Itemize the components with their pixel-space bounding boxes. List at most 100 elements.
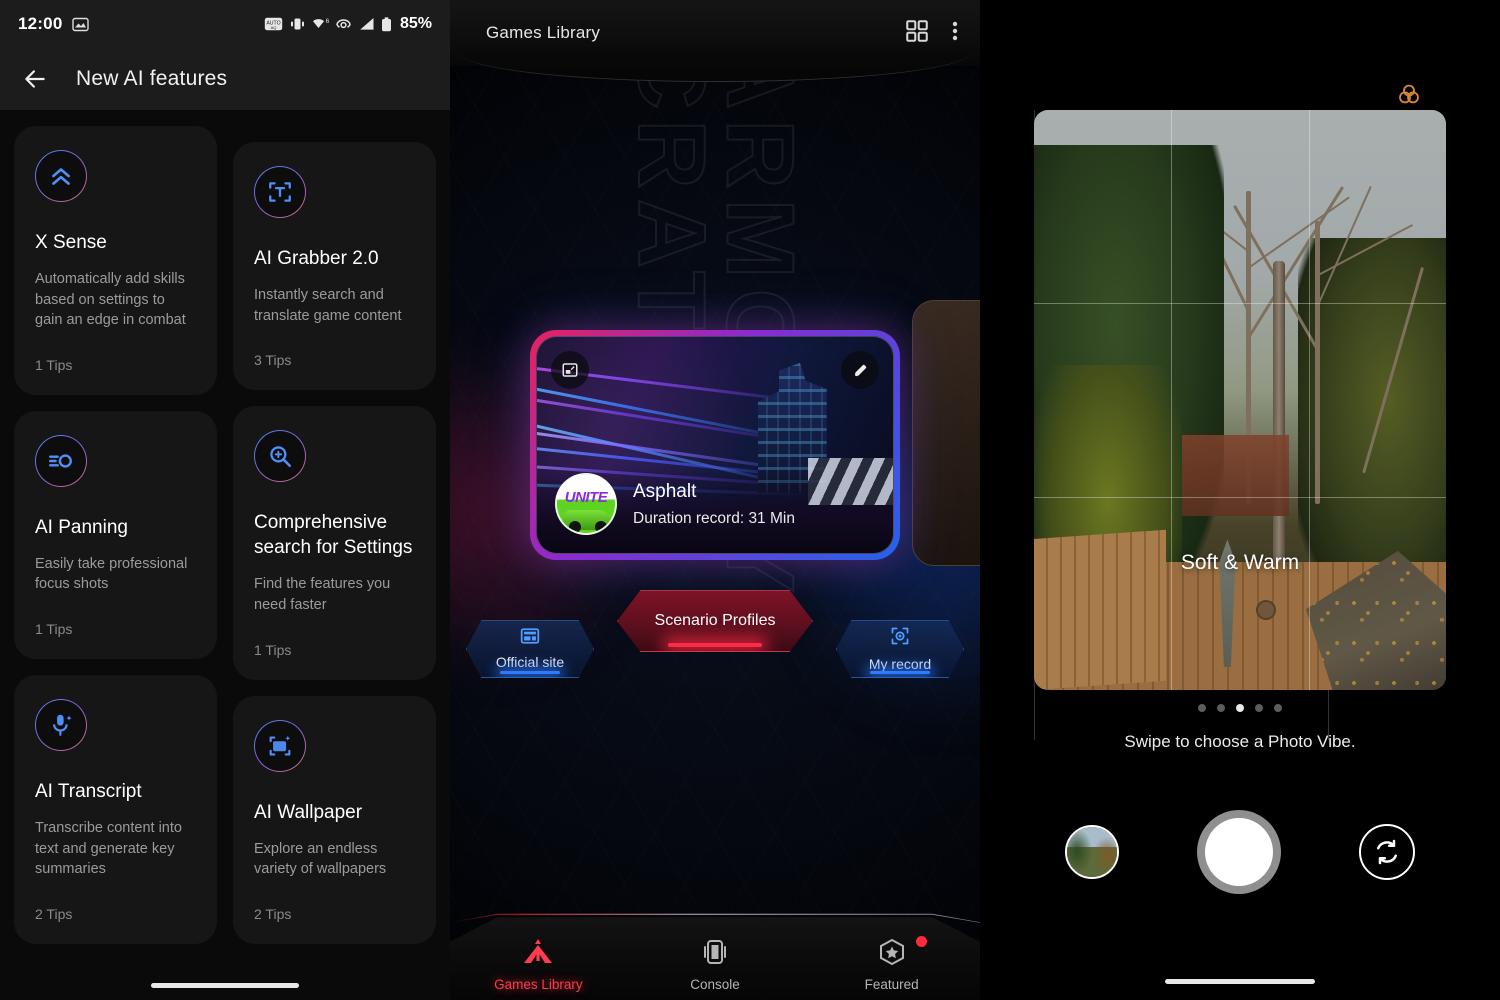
nav-item-console[interactable]: Console <box>627 938 804 992</box>
screenshot-icon <box>72 17 90 32</box>
thumbnail-tree-left <box>1067 829 1092 874</box>
svg-text:AQ: AQ <box>271 25 277 30</box>
shutter-button[interactable] <box>1197 810 1281 894</box>
action-buttons-row: Official site Scenario Profiles My recor… <box>450 590 980 690</box>
record-target-icon <box>890 626 910 651</box>
grid-line-h2 <box>1034 496 1446 498</box>
fullscreen-icon[interactable] <box>551 351 589 389</box>
vibrate-icon <box>289 17 306 31</box>
game-card-text: Asphalt Duration record: 31 Min <box>633 481 795 528</box>
vibe-dot[interactable] <box>1255 704 1263 712</box>
thumbnail-tree-right <box>1093 837 1117 876</box>
pencil-icon[interactable] <box>841 351 879 389</box>
ai-features-panel: 12:00 AUTO AQ 6 85% New AI features X Se… <box>0 0 450 1000</box>
game-avatar: UNITE <box>555 473 617 535</box>
my-record-label: My record <box>868 656 932 672</box>
chevrons-up-icon <box>35 150 87 202</box>
image-sparkle-icon <box>254 720 306 772</box>
nav-label: Games Library <box>494 977 583 992</box>
photo-vibe-label: Soft & Warm <box>1180 550 1300 574</box>
feature-card-tips: 2 Tips <box>35 905 73 922</box>
grid-line-h1 <box>1034 303 1446 305</box>
camera-viewfinder[interactable]: Soft & Warm <box>1034 110 1446 690</box>
official-site-button[interactable]: Official site <box>466 620 594 678</box>
games-library-title: Games Library <box>486 23 601 42</box>
feature-cards-left-column: X Sense Automatically add skills based o… <box>14 126 217 944</box>
carousel-peek-card[interactable] <box>912 300 980 566</box>
feature-card-ai-grabber[interactable]: AI Grabber 2.0 Instantly search and tran… <box>233 142 436 391</box>
vibe-dot[interactable] <box>1198 704 1206 712</box>
camera-panel: Soft & Warm Swipe to choose a Photo Vibe… <box>980 0 1500 1000</box>
grid-line-v1 <box>1171 110 1173 690</box>
nav-label: Featured <box>864 977 919 992</box>
avatar-label: UNITE <box>564 489 608 507</box>
status-bar-left: 12:00 <box>18 14 90 34</box>
console-icon <box>700 938 730 971</box>
feature-card-desc: Explore an endless variety of wallpapers <box>254 840 387 878</box>
status-time: 12:00 <box>18 14 63 33</box>
signal-icon <box>358 17 375 31</box>
feature-card-ai-transcript[interactable]: AI Transcript Transcribe content into te… <box>14 675 217 944</box>
nav-item-games-library[interactable]: Games Library <box>450 938 627 992</box>
feature-card-desc: Find the features you need faster <box>254 576 391 613</box>
feature-card-comprehensive-search[interactable]: Comprehensive search for Settings Find t… <box>233 406 436 680</box>
feature-card-tips: 2 Tips <box>254 905 292 922</box>
feature-card-tips: 1 Tips <box>254 641 292 658</box>
scenario-profiles-button[interactable]: Scenario Profiles <box>617 590 813 652</box>
game-duration-record: Duration record: 31 Min <box>633 509 795 527</box>
nav-item-featured[interactable]: Featured <box>803 936 980 992</box>
feature-card-desc: Instantly search and translate game cont… <box>254 287 402 324</box>
game-name: Asphalt <box>633 480 697 502</box>
wifi-6-icon: 6 <box>312 17 329 31</box>
text-grab-icon <box>254 166 306 218</box>
feature-card-title: AI Transcript <box>35 781 142 803</box>
camera-top-bar <box>980 0 1500 110</box>
game-card-shell: UNITE Asphalt Duration record: 31 Min <box>530 330 900 560</box>
status-bar-right: AUTO AQ 6 85% <box>264 15 432 33</box>
feature-card-desc: Automatically add skills based on settin… <box>35 271 186 329</box>
feature-card-ai-wallpaper[interactable]: AI Wallpaper Explore an endless variety … <box>233 695 436 944</box>
color-filter-icon[interactable] <box>1396 82 1422 113</box>
grid-line-v2 <box>1308 110 1310 690</box>
game-card-asphalt[interactable]: UNITE Asphalt Duration record: 31 Min <box>536 336 894 554</box>
grid-view-icon[interactable] <box>904 18 930 49</box>
home-indicator[interactable] <box>151 983 299 988</box>
vibe-dot[interactable] <box>1217 704 1225 712</box>
panning-icon <box>35 435 87 487</box>
feature-card-x-sense[interactable]: X Sense Automatically add skills based o… <box>14 126 217 395</box>
back-arrow-icon[interactable] <box>22 66 48 92</box>
sync-icon <box>335 17 352 31</box>
battery-icon <box>381 16 392 32</box>
armoury-crate-panel: ARMOURY CRATE Games Library <box>450 0 980 1000</box>
camera-controls <box>980 810 1500 894</box>
feature-card-title: AI Panning <box>35 516 128 538</box>
shutter-inner <box>1205 818 1273 886</box>
top-bar-actions <box>904 18 958 49</box>
feature-card-tips: 1 Tips <box>35 356 73 373</box>
featured-badge <box>916 936 928 947</box>
armoury-logo-icon <box>521 938 555 971</box>
flip-camera-icon[interactable] <box>1359 824 1415 880</box>
feature-cards-grid: X Sense Automatically add skills based o… <box>0 110 450 944</box>
microphone-sparkle-icon <box>35 699 87 751</box>
web-page-icon <box>520 628 540 649</box>
home-indicator[interactable] <box>1165 979 1315 984</box>
page-title: New AI features <box>76 67 228 90</box>
app-bar: New AI features <box>0 48 450 110</box>
feature-card-title: X Sense <box>35 232 107 253</box>
vibe-dot[interactable] <box>1274 704 1282 712</box>
feature-card-title: AI Grabber 2.0 <box>254 248 379 269</box>
feature-card-title: AI Wallpaper <box>254 801 363 823</box>
search-plus-icon <box>254 430 306 482</box>
vibe-dot-active[interactable] <box>1236 704 1244 712</box>
scenario-profiles-label: Scenario Profiles <box>654 612 776 629</box>
game-card-meta: UNITE Asphalt Duration record: 31 Min <box>555 473 875 535</box>
auto-rotate-icon: AUTO AQ <box>264 17 283 31</box>
feature-card-ai-panning[interactable]: AI Panning Easily take professional focu… <box>14 410 217 660</box>
bottom-navigation: Games Library Console Featured <box>450 912 980 1000</box>
feature-card-desc: Easily take professional focus shots <box>35 555 188 593</box>
overflow-menu-icon[interactable] <box>952 19 958 48</box>
gallery-thumbnail[interactable] <box>1065 825 1119 879</box>
nav-label: Console <box>690 977 740 992</box>
my-record-button[interactable]: My record <box>836 620 964 678</box>
